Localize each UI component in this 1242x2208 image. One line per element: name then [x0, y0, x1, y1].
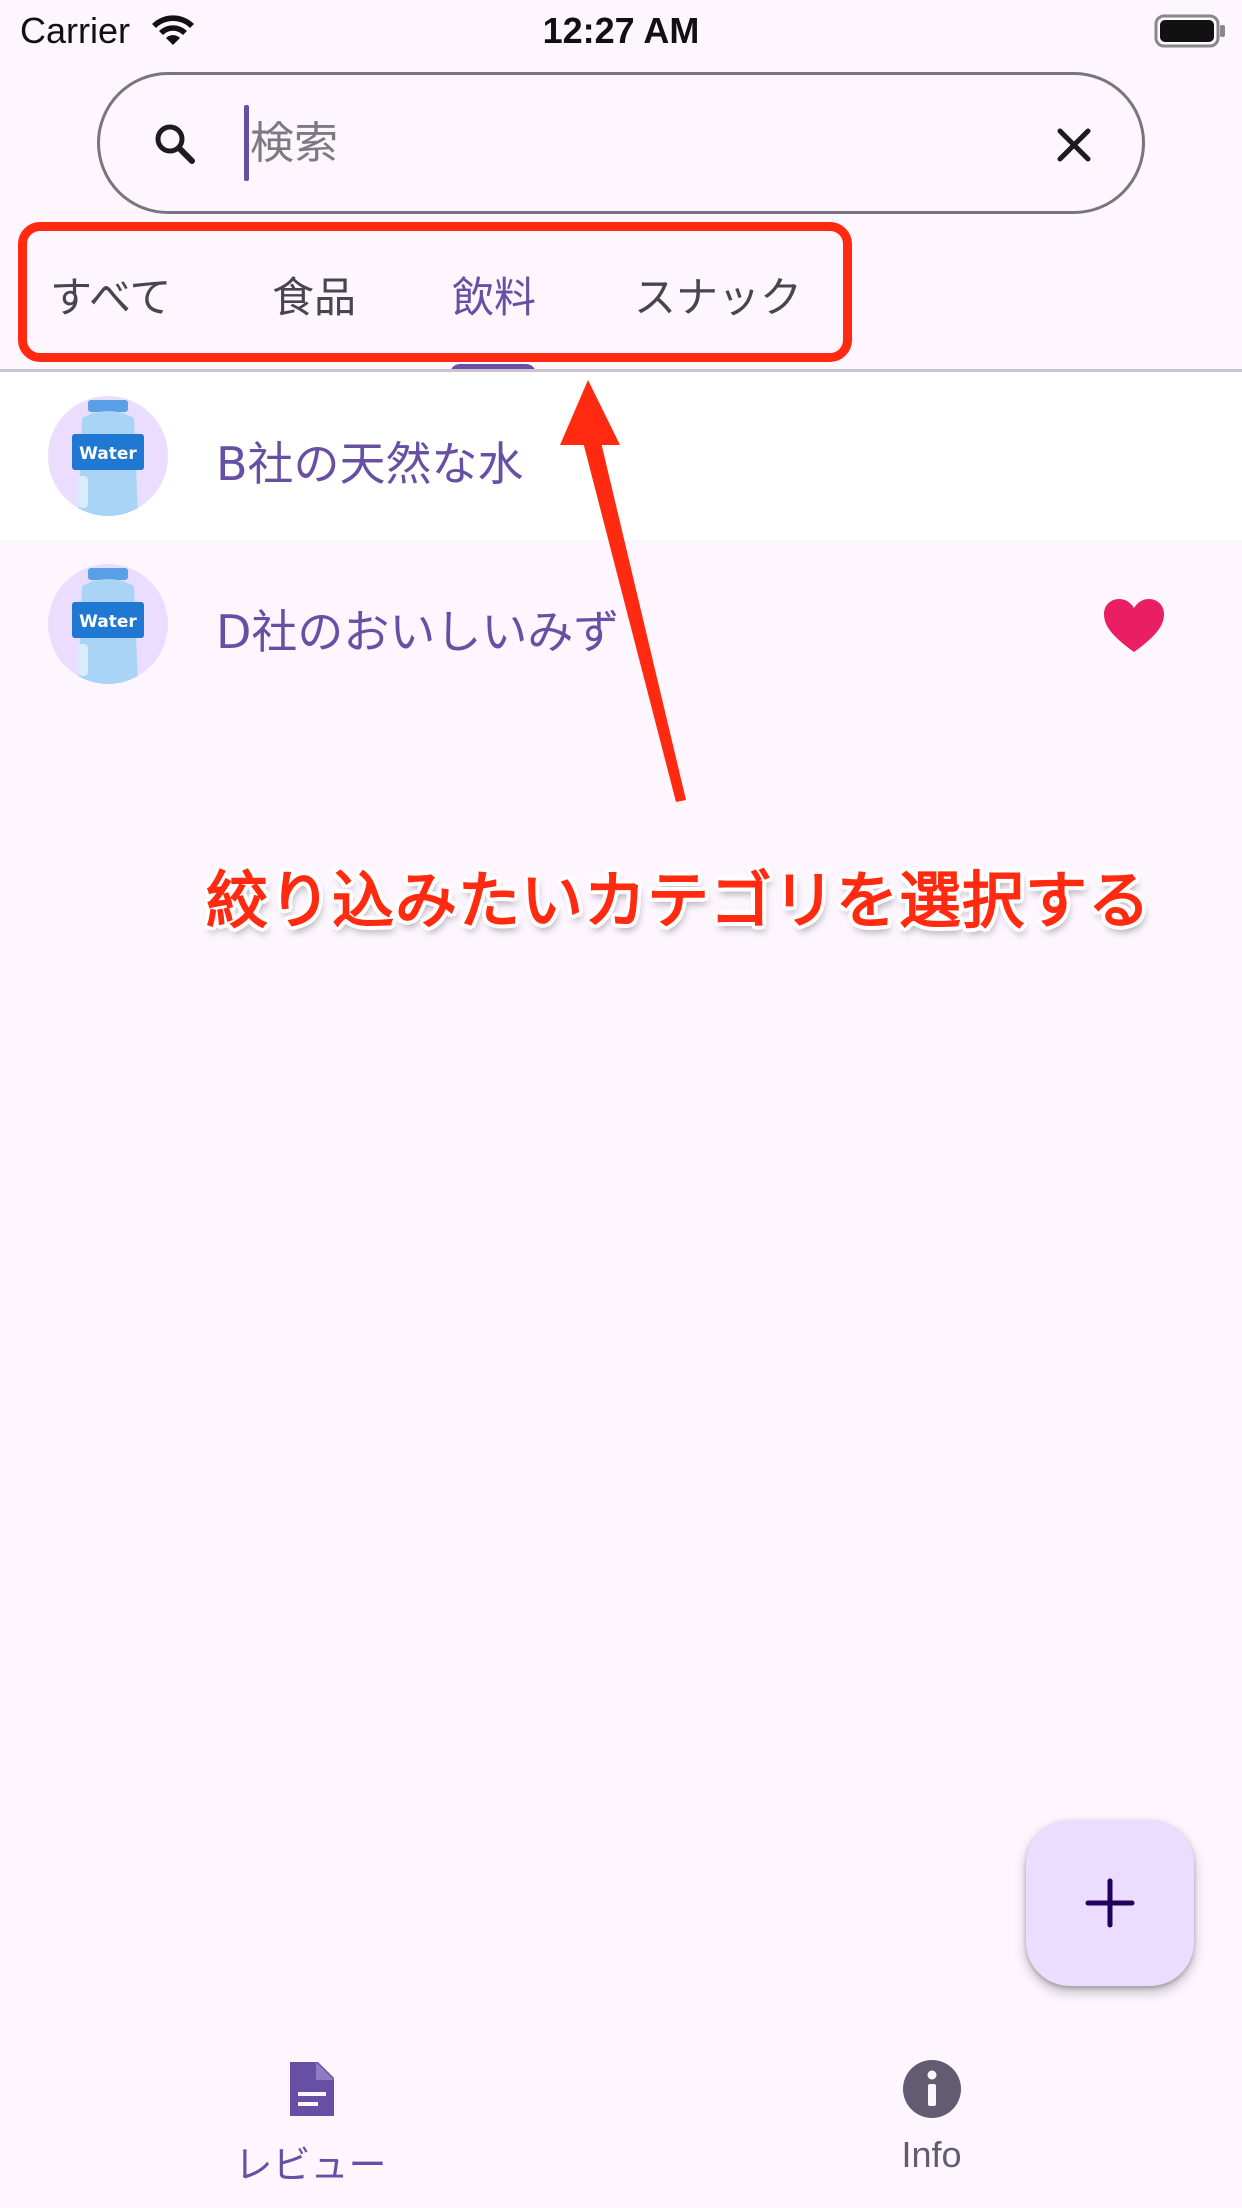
nav-item-review[interactable]: レビュー	[0, 2030, 621, 2208]
document-icon	[290, 2062, 334, 2116]
battery-icon	[1154, 14, 1225, 48]
svg-text:Water: Water	[79, 612, 137, 632]
nav-item-info[interactable]: Info	[621, 2030, 1242, 2208]
annotation-text: 絞り込みたいカテゴリを選択する	[206, 864, 1152, 937]
info-icon	[903, 2060, 961, 2118]
text-cursor	[244, 105, 249, 181]
search-input[interactable]	[250, 105, 1010, 181]
status-bar: Carrier 12:27 AM	[0, 0, 1242, 62]
item-name: B社の天然な水	[216, 437, 524, 491]
svg-text:Water: Water	[79, 444, 137, 464]
close-icon[interactable]	[1050, 121, 1098, 169]
water-bottle-image: Water	[48, 564, 168, 684]
nav-label-review: レビュー	[234, 2143, 387, 2187]
add-button[interactable]	[1026, 1820, 1194, 1986]
water-bottle-image: Water	[48, 396, 168, 516]
status-time: 12:27 AM	[542, 10, 700, 51]
annotation-highlight-box	[18, 222, 852, 362]
search-bar[interactable]	[97, 72, 1145, 214]
search-icon[interactable]	[150, 119, 200, 169]
bottom-navigation: レビュー Info	[0, 2030, 1242, 2208]
nav-label-info: Info	[901, 2134, 962, 2175]
heart-icon[interactable]	[1102, 598, 1166, 654]
annotation-arrow	[560, 380, 686, 802]
add-icon	[1085, 1878, 1135, 1928]
item-name: D社のおいしいみず	[216, 605, 620, 659]
